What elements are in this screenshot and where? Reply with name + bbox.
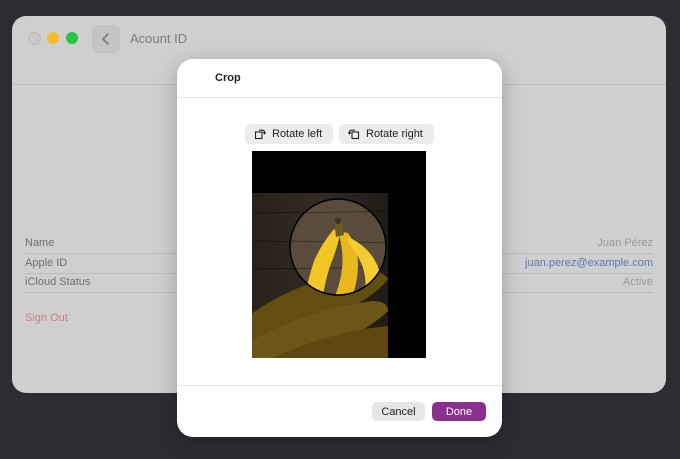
rotate-right-label: Rotate right — [366, 128, 423, 140]
footer-divider — [177, 385, 502, 386]
window-title: Acount ID — [130, 31, 188, 46]
zoom-window-button[interactable] — [66, 32, 78, 44]
name-value: Juan Pérez — [597, 237, 653, 249]
back-button[interactable] — [92, 25, 120, 53]
apple-id-label: Apple ID — [25, 257, 68, 269]
minimize-window-button[interactable] — [47, 32, 59, 44]
rotate-left-label: Rotate left — [272, 128, 323, 140]
rotate-left-icon — [254, 129, 266, 140]
icloud-status-label: iCloud Status — [25, 276, 91, 288]
cancel-button[interactable]: Cancel — [372, 402, 425, 421]
rotate-right-button[interactable]: Rotate right — [339, 124, 434, 144]
close-window-button[interactable] — [28, 32, 41, 45]
crop-canvas[interactable] — [252, 151, 426, 358]
header-divider — [177, 97, 502, 98]
name-label: Name — [25, 237, 55, 249]
rotate-left-button[interactable]: Rotate left — [245, 124, 333, 144]
sign-out-button[interactable]: Sign Out — [25, 312, 68, 324]
crop-dialog: Crop Rotate left Rotate right Cancel Don… — [177, 59, 502, 437]
rotate-right-icon — [348, 129, 360, 140]
done-button[interactable]: Done — [432, 402, 486, 421]
dialog-title: Crop — [215, 72, 241, 84]
chevron-left-icon — [102, 33, 109, 45]
icloud-status-value: Active — [623, 276, 653, 288]
bananas-photo — [252, 151, 426, 358]
apple-id-value[interactable]: juan.perez@example.com — [525, 257, 653, 269]
